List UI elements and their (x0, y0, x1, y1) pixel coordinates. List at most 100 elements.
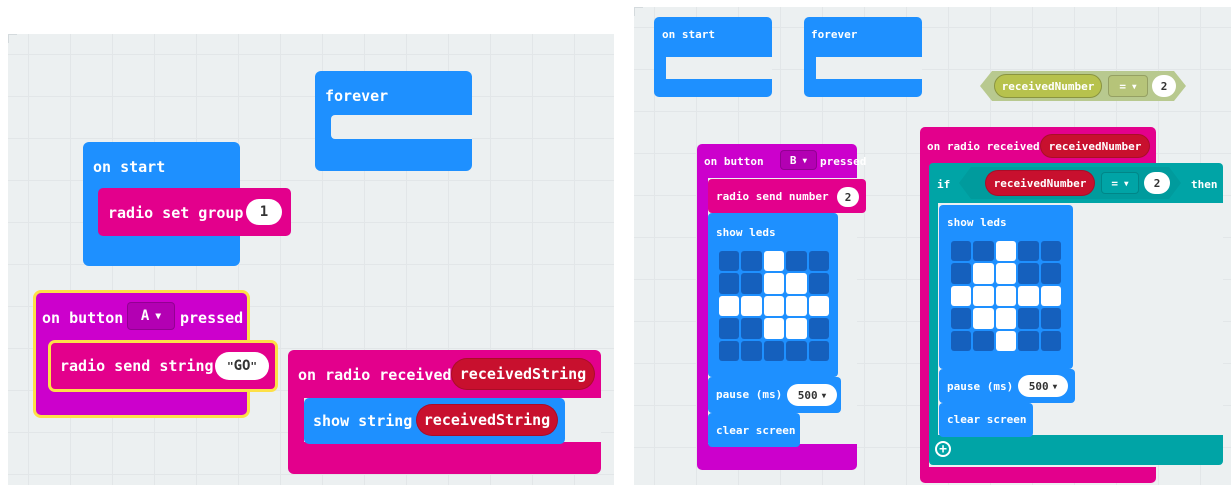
button-dropdown-right[interactable]: B ▼ (780, 150, 817, 170)
forever-label: forever (325, 87, 389, 105)
led-cell[interactable] (973, 263, 994, 284)
led-cell[interactable] (741, 273, 762, 294)
led-grid-1[interactable] (719, 251, 831, 363)
button-dropdown[interactable]: A ▼ (127, 302, 175, 330)
on-radio-received-label: on radio received (298, 366, 452, 384)
led-cell[interactable] (741, 340, 762, 361)
led-cell[interactable] (763, 295, 785, 317)
forever-block[interactable]: forever (315, 71, 472, 171)
led-grid-2[interactable] (951, 241, 1063, 353)
led-cell[interactable] (741, 318, 762, 339)
button-dropdown-value: A (140, 308, 150, 324)
then-label: then (1191, 178, 1218, 191)
compare-block[interactable]: receivedNumber = ▼ 2 (980, 71, 1186, 101)
show-string-value[interactable]: receivedString (416, 404, 558, 436)
led-cell[interactable] (719, 318, 740, 339)
led-cell[interactable] (786, 295, 807, 317)
led-cell[interactable] (973, 330, 994, 351)
forever-block-right[interactable]: forever (804, 17, 922, 97)
led-cell[interactable] (719, 251, 740, 272)
led-cell[interactable] (1018, 330, 1039, 351)
radio-send-number-block[interactable]: radio send number 2 (708, 179, 866, 213)
led-cell[interactable] (1018, 241, 1039, 262)
send-number-input[interactable]: 2 (837, 187, 859, 207)
led-cell[interactable] (786, 251, 807, 272)
show-string-label: show string (313, 412, 413, 430)
cond-right-value[interactable]: 2 (1144, 172, 1170, 194)
led-cell[interactable] (719, 273, 740, 294)
led-cell[interactable] (951, 330, 972, 351)
led-cell[interactable] (1018, 285, 1039, 307)
led-cell[interactable] (763, 318, 785, 339)
chevron-down-icon: ▼ (1123, 178, 1129, 188)
led-cell[interactable] (995, 330, 1017, 351)
led-cell[interactable] (973, 285, 994, 307)
on-radio-received-label-right: on radio received (927, 140, 1040, 153)
led-cell[interactable] (973, 241, 994, 262)
led-cell[interactable] (1040, 308, 1061, 329)
add-branch-icon[interactable]: + (935, 441, 951, 457)
led-cell[interactable] (995, 285, 1017, 307)
clear-screen-block-right-2[interactable]: clear screen (939, 403, 1033, 437)
led-cell[interactable] (951, 241, 972, 262)
quote-close-icon: " (250, 359, 258, 373)
show-leds-block-right-2[interactable]: show leds (939, 205, 1073, 369)
left-workspace[interactable]: forever on start radio set group 1 on bu… (8, 34, 614, 485)
led-cell[interactable] (786, 340, 807, 361)
show-string-block[interactable]: show string receivedString (304, 398, 565, 444)
group-number-input[interactable]: 1 (246, 199, 282, 225)
radio-set-group-block[interactable]: radio set group 1 (98, 188, 291, 236)
pause-value-dropdown-1[interactable]: 500 ▼ (787, 384, 837, 406)
pause-block-right-2[interactable]: pause (ms) 500 ▼ (939, 369, 1075, 403)
pause-block-right-1[interactable]: pause (ms) 500 ▼ (708, 377, 841, 413)
led-cell[interactable] (995, 263, 1017, 284)
led-cell[interactable] (1040, 285, 1061, 307)
compare-left-var[interactable]: receivedNumber (994, 74, 1102, 98)
compare-operator: = (1119, 79, 1126, 93)
show-leds-block-right-1[interactable]: show leds (708, 213, 838, 377)
string-value: GO (233, 358, 251, 374)
led-cell[interactable] (973, 308, 994, 329)
led-cell[interactable] (808, 295, 829, 317)
led-cell[interactable] (763, 340, 785, 361)
received-string-param[interactable]: receivedString (451, 358, 595, 390)
led-cell[interactable] (1040, 263, 1061, 284)
led-cell[interactable] (763, 273, 785, 294)
on-start-block-right[interactable]: on start (654, 17, 772, 97)
compare-operator-dropdown[interactable]: = ▼ (1108, 75, 1148, 97)
led-cell[interactable] (808, 251, 829, 272)
led-cell[interactable] (951, 308, 972, 329)
led-cell[interactable] (786, 318, 807, 339)
led-cell[interactable] (808, 340, 829, 361)
led-cell[interactable] (808, 273, 829, 294)
led-cell[interactable] (719, 340, 740, 361)
cond-operator-dropdown[interactable]: = ▼ (1101, 172, 1139, 194)
received-number-param[interactable]: receivedNumber (1040, 134, 1150, 158)
cond-left-var[interactable]: receivedNumber (985, 170, 1095, 196)
radio-send-string-block[interactable]: radio send string " GO " (48, 340, 278, 392)
led-cell[interactable] (995, 241, 1017, 262)
led-cell[interactable] (1040, 330, 1061, 351)
led-cell[interactable] (741, 295, 762, 317)
on-start-label-right: on start (662, 28, 715, 41)
pause-value-dropdown-2[interactable]: 500 ▼ (1018, 375, 1068, 397)
if-condition[interactable]: receivedNumber = ▼ 2 (959, 167, 1181, 199)
string-input[interactable]: " GO " (215, 352, 269, 380)
led-cell[interactable] (1040, 241, 1061, 262)
clear-screen-block-right-1[interactable]: clear screen (708, 413, 800, 447)
led-cell[interactable] (786, 273, 807, 294)
led-cell[interactable] (995, 308, 1017, 329)
led-cell[interactable] (1018, 263, 1039, 284)
led-cell[interactable] (741, 251, 762, 272)
led-cell[interactable] (1018, 308, 1039, 329)
compare-right-value[interactable]: 2 (1152, 75, 1176, 97)
right-workspace[interactable]: on start forever receivedNumber = ▼ 2 on … (634, 7, 1231, 485)
pause-value-1: 500 (797, 388, 818, 402)
on-start-label: on start (93, 158, 166, 176)
led-cell[interactable] (808, 318, 829, 339)
led-cell[interactable] (763, 251, 785, 272)
led-cell[interactable] (951, 263, 972, 284)
led-cell[interactable] (951, 285, 972, 307)
led-cell[interactable] (719, 295, 740, 317)
quote-open-icon: " (226, 359, 234, 373)
